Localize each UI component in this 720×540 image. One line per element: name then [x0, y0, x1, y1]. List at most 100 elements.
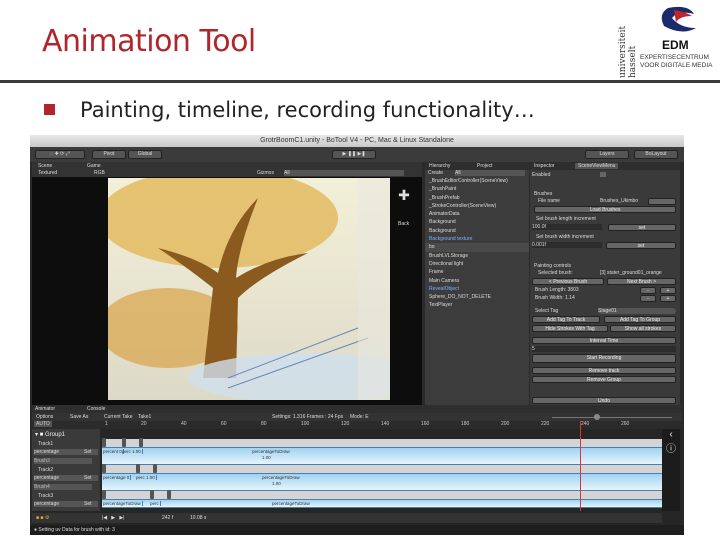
clip-label[interactable]: percent 0	[103, 449, 124, 454]
set-length-button[interactable]: set	[608, 224, 676, 231]
zoom-slider-handle[interactable]	[594, 414, 600, 420]
clip-label[interactable]: perc 1.00	[122, 449, 143, 454]
track-name[interactable]: Track3	[38, 493, 53, 499]
track-set-button[interactable]: Set	[84, 475, 92, 481]
hierarchy-item[interactable]: Sphere_DO_NOT_DELETE	[425, 293, 529, 301]
animator-menu-item[interactable]: Current Take	[104, 414, 133, 420]
undo-button[interactable]: Undo	[532, 397, 676, 404]
hierarchy-item[interactable]: Main Camera	[425, 277, 529, 285]
track-name[interactable]: Track2	[38, 467, 53, 473]
interval-time-button[interactable]: Interval Time	[532, 337, 676, 344]
hierarchy-item[interactable]: Background	[425, 227, 529, 235]
tab-scene[interactable]: Scene	[38, 163, 52, 169]
keyframe-marker[interactable]	[102, 464, 106, 473]
next-brush-button[interactable]: Next Brush >	[607, 278, 676, 285]
info-icon[interactable]: ⓘ	[662, 440, 680, 455]
hierarchy-item[interactable]: Background texture	[425, 235, 529, 243]
hierarchy-item[interactable]: bo	[425, 243, 529, 252]
keyframe-marker[interactable]	[153, 464, 157, 473]
previous-brush-button[interactable]: < Previous Brush	[532, 278, 604, 285]
tab-animator[interactable]: Animator	[35, 406, 55, 412]
track-object-field[interactable]: Brush3	[34, 458, 92, 464]
create-dropdown[interactable]: Create	[428, 170, 443, 176]
scene-search[interactable]: All	[284, 170, 404, 176]
add-tag-to-group-button[interactable]: Add Tag To Group	[604, 316, 676, 323]
hierarchy-item[interactable]: TestPlayer	[425, 301, 529, 309]
keyframe-marker[interactable]	[102, 438, 106, 447]
transport-buttons[interactable]: |◀ ▶ ▶|	[102, 515, 124, 521]
remove-track-button[interactable]: Remove track	[532, 367, 676, 374]
track-set-button[interactable]: Set	[84, 501, 92, 507]
hierarchy-item[interactable]: BrushLVLStorage	[425, 252, 529, 260]
keyframe-marker[interactable]	[122, 438, 126, 447]
transform-tools[interactable]: ◌ ✚ ⟳ ⤢	[35, 150, 85, 159]
clip-label[interactable]: percentage 0	[103, 475, 132, 480]
animator-menu-item[interactable]: Options	[36, 414, 53, 420]
clip-long-label[interactable]: percentageToDraw	[252, 449, 290, 454]
auto-key-button[interactable]: AUTO	[34, 421, 52, 427]
width-minus-button[interactable]: -	[640, 295, 656, 302]
animator-menu-item[interactable]: Save As	[70, 414, 88, 420]
interval-time-input[interactable]: 5	[532, 346, 676, 352]
folder-icons[interactable]: ■ ■ ⚙	[36, 515, 49, 521]
clip-label[interactable]: percentageToDraw	[103, 501, 143, 506]
tab-inspector[interactable]: Inspector	[534, 163, 555, 169]
hierarchy-search[interactable]: All	[455, 170, 525, 176]
length-increment-input[interactable]: 100.0f	[532, 224, 602, 230]
scene-gizmo-icon[interactable]: ✚	[392, 187, 416, 217]
keyframe-marker[interactable]	[102, 490, 106, 499]
current-frame[interactable]: 242 f	[162, 515, 173, 521]
add-tag-to-track-button[interactable]: Add Tag To Track	[532, 316, 600, 323]
hierarchy-item[interactable]: _BrushPrefab	[425, 194, 529, 202]
timeline-ruler[interactable]: AUTO 1 20 40 60 80 100 120 140 160 180 200 220 240 26…	[32, 421, 682, 429]
hierarchy-item[interactable]: RevealObject	[425, 285, 529, 293]
file-picker-button[interactable]	[648, 198, 676, 205]
keyframe-marker[interactable]	[150, 490, 154, 499]
tab-hierarchy[interactable]: Hierarchy	[429, 163, 450, 169]
global-button[interactable]: Global	[128, 150, 162, 159]
hierarchy-item[interactable]: AnimatorData	[425, 210, 529, 218]
clip-label[interactable]: perc 1.00	[136, 475, 157, 480]
pivot-button[interactable]: Pivot	[92, 150, 126, 159]
keyframe-marker[interactable]	[167, 490, 171, 499]
width-increment-input[interactable]: 0.001f	[532, 242, 602, 248]
track-object-field[interactable]: Brush4	[34, 484, 92, 490]
tab-game[interactable]: Game	[87, 163, 101, 169]
load-brushes-button[interactable]: Load Brushes	[534, 206, 676, 213]
track-name[interactable]: Track1	[38, 441, 53, 447]
start-recording-button[interactable]: Start Recording	[532, 354, 676, 363]
clip-long-label[interactable]: percentageToDraw	[272, 501, 310, 506]
clip-row[interactable]: percentageToDraw perc percentageToDraw	[102, 499, 662, 508]
clip-row[interactable]: percent 0 perc 1.00 percentageToDraw 1.00	[102, 447, 662, 465]
show-all-strokes-button[interactable]: Show all strokes	[610, 325, 676, 332]
enabled-checkbox[interactable]	[600, 172, 606, 177]
hierarchy-item[interactable]: _BrushPaint	[425, 185, 529, 193]
hierarchy-item[interactable]: Background	[425, 218, 529, 226]
scene-view[interactable]: ✚ Back	[32, 177, 422, 405]
collapse-icon[interactable]: ‹	[662, 429, 680, 440]
clip-long-label[interactable]: percentageToDraw	[262, 475, 300, 480]
tag-dropdown[interactable]: Stage01	[598, 308, 676, 314]
width-plus-button[interactable]: +	[660, 295, 676, 302]
playhead[interactable]	[580, 421, 581, 511]
tab-sceneviewmenu[interactable]: SceneViewMenu	[575, 163, 619, 169]
hierarchy-item[interactable]: Directional light	[425, 260, 529, 268]
tab-console[interactable]: Console	[87, 406, 105, 412]
set-width-button[interactable]: set	[606, 242, 676, 249]
shading-dropdown[interactable]: Textured	[38, 170, 57, 176]
keyframe-marker[interactable]	[139, 438, 143, 447]
current-time[interactable]: 10.08 s	[190, 515, 206, 521]
layout-dropdown[interactable]: BoLayout	[634, 150, 678, 159]
track-set-button[interactable]: Set	[84, 449, 92, 455]
clip-row[interactable]: percentage 0 perc 1.00 percentageToDraw 1.0…	[102, 473, 662, 491]
length-plus-button[interactable]: +	[660, 287, 676, 294]
play-controls[interactable]: ▶ ❚❚ ▶❚	[332, 150, 376, 159]
keyframe-row[interactable]	[102, 465, 662, 473]
hierarchy-item[interactable]: _BrushEditorController(SceneView)	[425, 177, 529, 185]
remove-group-button[interactable]: Remove Group	[532, 376, 676, 383]
hide-strokes-button[interactable]: Hide Strokes With Tag	[532, 325, 608, 332]
hierarchy-item[interactable]: Frame	[425, 268, 529, 276]
render-mode-dropdown[interactable]: RGB	[94, 170, 105, 176]
keyframe-row[interactable]	[102, 491, 662, 499]
keyframe-marker[interactable]	[136, 464, 140, 473]
